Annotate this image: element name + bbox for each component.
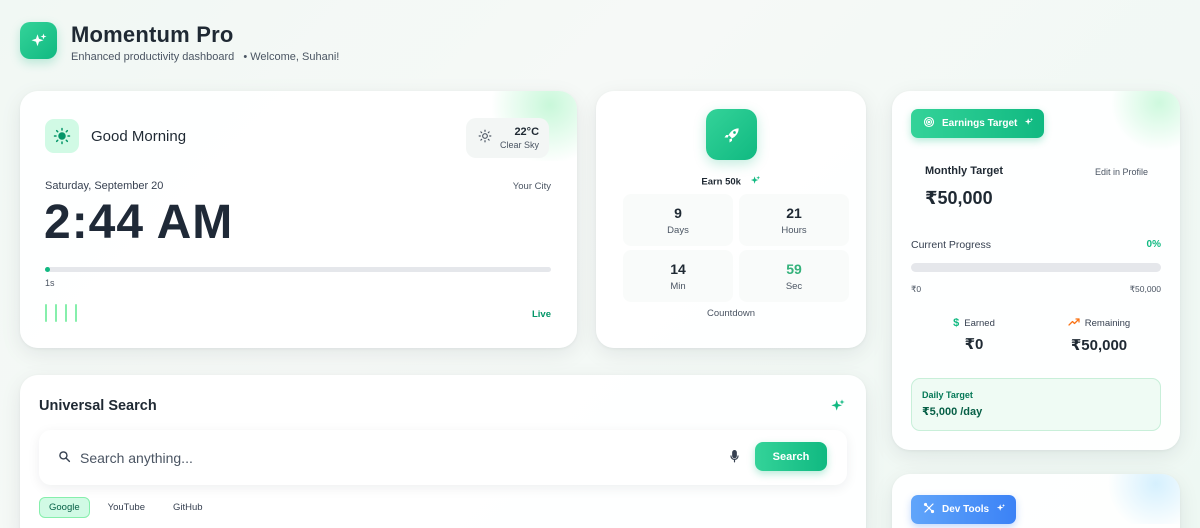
seconds-progress-dot xyxy=(45,267,50,272)
monthly-target-label: Monthly Target xyxy=(925,165,1004,177)
search-button[interactable]: Search xyxy=(755,442,827,471)
app-subtitle: Enhanced productivity dashboard • Welcom… xyxy=(71,51,343,63)
live-label: Live xyxy=(531,309,551,320)
daily-target-box: Daily Target ₹5,000 /day xyxy=(911,378,1161,431)
countdown-seconds: 59 Sec xyxy=(739,250,849,302)
search-box: Search xyxy=(39,430,847,485)
countdown-hours: 21 Hours xyxy=(739,194,849,246)
countdown-days: 9 Days xyxy=(623,194,733,246)
sparkle-icon xyxy=(996,503,1006,516)
microphone-icon[interactable] xyxy=(729,450,740,468)
engine-chip-github[interactable]: GitHub xyxy=(163,497,213,518)
date-text: Saturday, September 20 xyxy=(45,180,164,192)
welcome-text: • Welcome, Suhani! xyxy=(243,51,340,63)
rocket-icon xyxy=(706,109,757,160)
countdown-goal-text: Earn 50k xyxy=(701,176,741,188)
sky-condition: Clear Sky xyxy=(500,140,540,150)
app-header: Momentum Pro Enhanced productivity dashb… xyxy=(20,22,343,63)
tools-icon xyxy=(923,502,935,517)
remaining-value: ₹50,000 xyxy=(1070,337,1128,354)
earnings-target-label: Earnings Target xyxy=(942,118,1018,129)
monthly-target-value: ₹50,000 xyxy=(925,188,993,208)
trending-up-icon xyxy=(1068,317,1080,330)
dev-tools-badge[interactable]: Dev Tools xyxy=(911,495,1017,524)
remaining-label: Remaining xyxy=(1084,318,1131,329)
current-progress-percent: 0% xyxy=(1146,239,1161,250)
countdown-minutes: 14 Min xyxy=(623,250,733,302)
dev-tools-label: Dev Tools xyxy=(942,504,990,515)
weather-widget: 22°C Clear Sky xyxy=(466,118,549,158)
sparkle-icon xyxy=(830,398,846,419)
greeting-text: Good Morning xyxy=(91,127,187,145)
countdown-seconds-label: Sec xyxy=(785,281,803,292)
seconds-progress xyxy=(45,267,551,272)
city-text: Your City xyxy=(512,181,551,192)
clock-card: Good Morning 22°C Clear Sky Saturday, Se… xyxy=(20,91,577,348)
progress-range-min: ₹0 xyxy=(911,284,922,294)
universal-search-card: Universal Search Search Google YouTube G… xyxy=(20,375,866,528)
earnings-progress-bar xyxy=(911,263,1161,272)
remaining-stat: Remaining ₹50,000 xyxy=(1044,317,1154,354)
search-engine-chips: Google YouTube GitHub xyxy=(39,497,221,518)
seconds-label: 1s xyxy=(45,278,55,288)
edit-in-profile-link[interactable]: Edit in Profile xyxy=(1095,167,1148,177)
earnings-target-badge[interactable]: Earnings Target xyxy=(911,109,1045,138)
countdown-hours-label: Hours xyxy=(781,225,807,236)
countdown-goal: Earn 50k xyxy=(596,175,866,189)
sparkle-icon xyxy=(750,175,761,189)
countdown-grid: 9 Days 21 Hours 14 Min 59 Sec xyxy=(623,194,849,302)
countdown-caption: Countdown xyxy=(706,308,756,319)
sparkles-icon xyxy=(20,22,57,59)
earnings-card: Earnings Target Monthly Target Edit in P… xyxy=(892,91,1180,450)
engine-chip-youtube[interactable]: YouTube xyxy=(98,497,155,518)
countdown-minutes-label: Min xyxy=(670,281,686,292)
target-icon xyxy=(923,116,935,131)
engine-chip-google[interactable]: Google xyxy=(39,497,90,518)
clock-time: 2:44 AM xyxy=(44,196,234,249)
dollar-icon: $ xyxy=(953,317,960,329)
countdown-days-value: 9 xyxy=(674,205,682,221)
sparkle-icon xyxy=(1024,117,1034,130)
subtitle-text: Enhanced productivity dashboard xyxy=(71,51,235,63)
earned-stat: $ Earned ₹0 xyxy=(919,317,1029,353)
search-icon xyxy=(58,450,71,468)
sun-icon xyxy=(45,119,79,153)
countdown-seconds-value: 59 xyxy=(786,261,802,277)
countdown-card: Earn 50k 9 Days 21 Hours 14 Min 59 Sec C… xyxy=(596,91,866,348)
temperature: 22°C xyxy=(514,126,540,138)
countdown-days-label: Days xyxy=(667,225,689,236)
daily-target-value: ₹5,000 /day xyxy=(922,406,983,418)
app-title: Momentum Pro xyxy=(71,22,234,47)
earned-label: Earned xyxy=(964,317,995,329)
daily-target-label: Daily Target xyxy=(922,390,973,400)
dev-tools-card: Dev Tools xyxy=(892,474,1180,528)
countdown-minutes-value: 14 xyxy=(670,261,686,277)
search-title: Universal Search xyxy=(39,398,157,414)
countdown-hours-value: 21 xyxy=(786,205,802,221)
weather-sun-icon xyxy=(478,129,492,148)
search-input[interactable] xyxy=(80,444,680,471)
live-indicator-bars xyxy=(45,304,85,322)
current-progress-label: Current Progress xyxy=(911,239,991,251)
earned-value: ₹0 xyxy=(964,336,984,353)
progress-range-max: ₹50,000 xyxy=(1129,284,1161,294)
